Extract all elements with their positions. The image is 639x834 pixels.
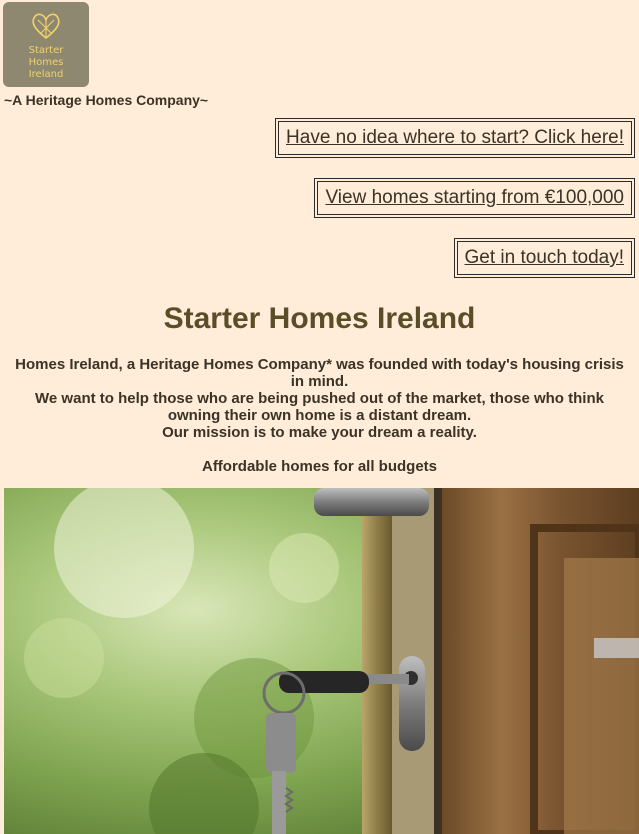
view-homes-button[interactable]: View homes starting from €100,000 <box>314 178 635 218</box>
logo-line: Starter <box>28 45 64 56</box>
get-in-touch-button[interactable]: Get in touch today! <box>453 238 635 278</box>
logo-line: Ireland <box>28 69 64 80</box>
intro-line: Homes Ireland, a Heritage Homes Company*… <box>15 356 624 390</box>
intro-line: We want to help those who are being push… <box>35 390 604 424</box>
logo-text: Starter Homes Ireland <box>3 45 89 81</box>
logo-line: Homes <box>28 57 64 68</box>
door-key-photo <box>4 488 639 834</box>
hero-image <box>4 488 639 834</box>
tagline: ~A Heritage Homes Company~ <box>4 92 209 108</box>
intro-subheading: Affordable homes for all budgets <box>201 458 438 475</box>
heart-knot-icon <box>32 13 60 40</box>
logo[interactable]: Starter Homes Ireland <box>3 2 89 87</box>
intro-text: Homes Ireland, a Heritage Homes Company*… <box>8 356 631 475</box>
intro-line: Our mission is to make your dream a real… <box>162 424 477 441</box>
where-to-start-button[interactable]: Have no idea where to start? Click here! <box>275 118 635 158</box>
page-title: Starter Homes Ireland <box>163 302 476 335</box>
